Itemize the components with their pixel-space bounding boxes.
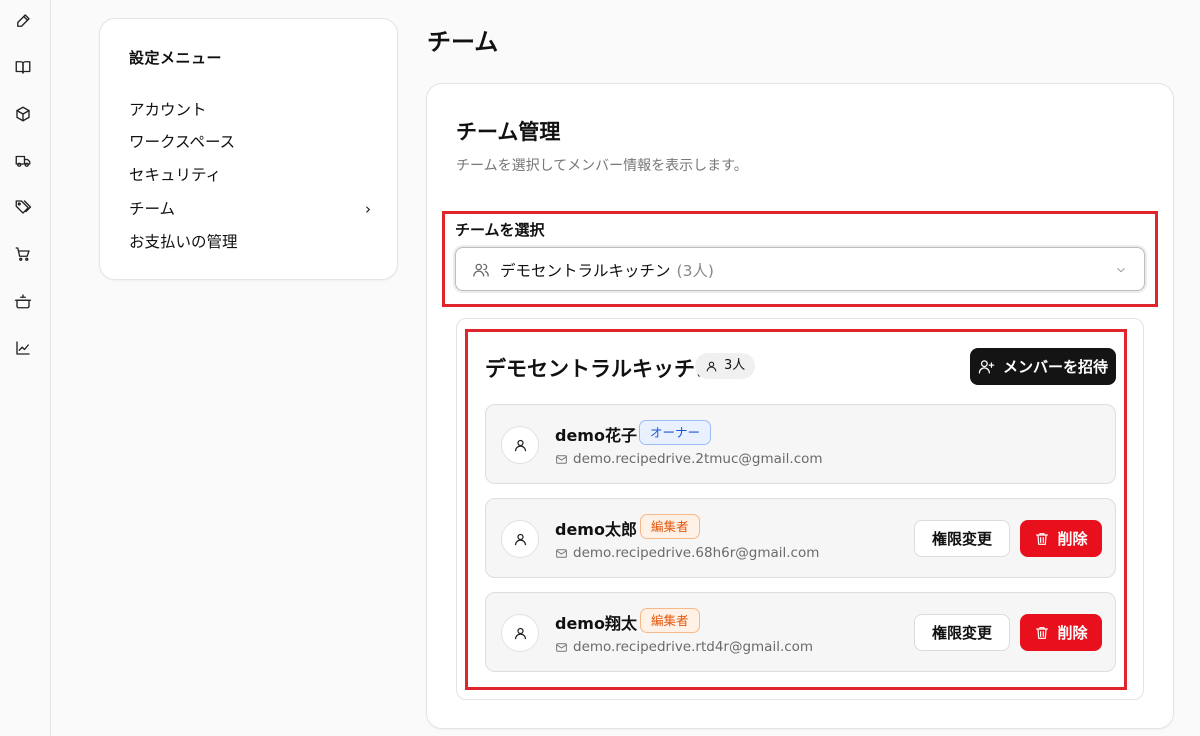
card-description: チームを選択してメンバー情報を表示します。 [456, 158, 748, 174]
member-name: demo太郎 [555, 520, 637, 539]
user-icon [514, 439, 526, 451]
pen-icon[interactable] [12, 10, 34, 32]
menu-item-security[interactable]: セキュリティ [129, 163, 373, 187]
menu-item-billing[interactable]: お支払いの管理 [129, 230, 373, 254]
avatar [501, 426, 539, 464]
pot-icon[interactable] [12, 290, 34, 312]
menu-item-label: セキュリティ [129, 166, 222, 184]
member-email: demo.recipedrive.2tmuc@gmail.com [555, 451, 823, 467]
role-badge-owner: オーナー [639, 420, 712, 445]
avatar [501, 520, 539, 558]
role-badge-editor: 編集者 [640, 608, 700, 633]
team-select-count: (3人) [676, 262, 714, 280]
team-select-value: デモセントラルキッチン (3人) [500, 262, 714, 280]
delete-label: 削除 [1057, 530, 1088, 548]
user-icon [706, 361, 717, 371]
member-row: demo翔太 編集者 demo.recipedrive.rtd4r@gmail.… [485, 592, 1116, 672]
user-icon [514, 533, 526, 545]
menu-item-workspace[interactable]: ワークスペース [129, 130, 373, 154]
trash-icon [1036, 532, 1049, 545]
truck-icon[interactable] [12, 150, 34, 172]
team-select-label: チームを選択 [455, 221, 545, 239]
menu-item-label: ワークスペース [129, 133, 236, 151]
delete-member-button[interactable]: 削除 [1020, 614, 1102, 651]
chevron-right-icon: › [365, 200, 371, 218]
user-plus-icon [978, 360, 995, 374]
invite-member-label: メンバーを招待 [1002, 358, 1108, 376]
menu-item-label: チーム [129, 200, 176, 218]
member-email: demo.recipedrive.68h6r@gmail.com [555, 545, 819, 561]
book-icon[interactable] [12, 56, 34, 78]
settings-menu-title: 設定メニュー [129, 49, 223, 67]
mail-icon [556, 548, 567, 558]
team-name: デモセントラルキッチン [485, 357, 716, 381]
delete-label: 削除 [1057, 624, 1088, 642]
member-count: 3人 [724, 358, 746, 373]
chevron-down-icon [1114, 262, 1128, 276]
settings-menu: 設定メニュー アカウント ワークスペース セキュリティ チーム › お支払いの管… [99, 18, 398, 280]
box-icon[interactable] [12, 103, 34, 125]
menu-item-team[interactable]: チーム › [129, 197, 373, 221]
mail-icon [556, 454, 567, 464]
member-row: demo花子 オーナー demo.recipedrive.2tmuc@gmail… [485, 404, 1116, 484]
card-title: チーム管理 [456, 120, 561, 144]
menu-item-label: アカウント [129, 101, 207, 119]
avatar [501, 614, 539, 652]
invite-member-button[interactable]: メンバーを招待 [970, 348, 1116, 385]
member-email: demo.recipedrive.rtd4r@gmail.com [555, 639, 813, 655]
member-count-badge: 3人 [695, 353, 756, 379]
tags-icon[interactable] [12, 196, 34, 218]
cart-icon[interactable] [12, 243, 34, 265]
user-icon [514, 627, 526, 639]
icon-sidebar [0, 0, 51, 736]
chart-line-icon[interactable] [12, 337, 34, 359]
trash-icon [1036, 626, 1049, 639]
change-permission-button[interactable]: 権限変更 [914, 520, 1010, 557]
delete-member-button[interactable]: 削除 [1020, 520, 1102, 557]
menu-item-label: お支払いの管理 [129, 233, 238, 251]
change-permission-button[interactable]: 権限変更 [914, 614, 1010, 651]
team-select[interactable]: デモセントラルキッチン (3人) [455, 247, 1145, 291]
member-row: demo太郎 編集者 demo.recipedrive.68h6r@gmail.… [485, 498, 1116, 578]
member-name: demo翔太 [555, 614, 637, 633]
page-title: チーム [427, 28, 499, 56]
member-name: demo花子 [555, 426, 637, 445]
menu-item-account[interactable]: アカウント [129, 98, 373, 122]
role-badge-editor: 編集者 [640, 514, 700, 539]
mail-icon [556, 642, 567, 652]
users-icon [472, 261, 490, 279]
